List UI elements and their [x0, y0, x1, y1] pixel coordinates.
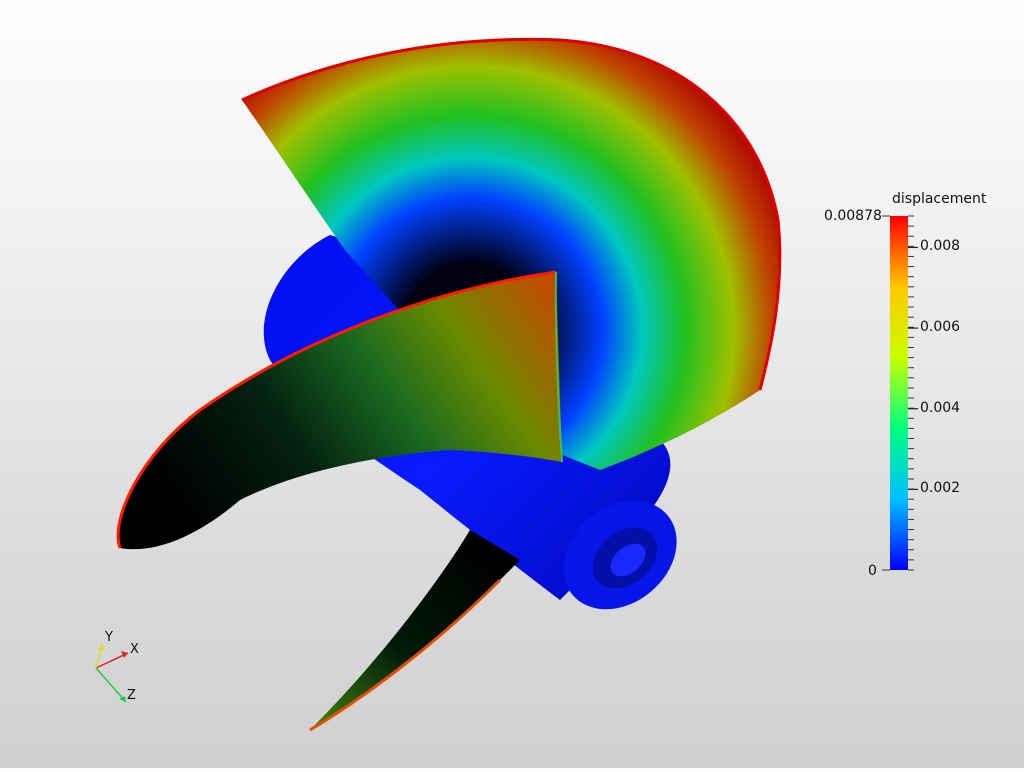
- color-legend: displacement 0.00878 0 0.008 0.006 0.004 0.…: [800, 180, 1020, 600]
- colorbar-tick-label: 0.004: [920, 399, 961, 416]
- axes-triad: [95, 643, 129, 703]
- y-axis-arrow: [98, 644, 105, 651]
- colorbar-ticks: [882, 215, 918, 571]
- colorbar-tick-label: 0.008: [920, 238, 961, 255]
- colorbar-tick-label: 0.006: [920, 319, 961, 336]
- axis-label-z: Z: [127, 688, 136, 703]
- blade-bottom: [309, 530, 520, 732]
- legend-min-label: 0: [868, 563, 877, 579]
- legend-max-label: 0.00878: [824, 208, 882, 224]
- axis-label-x: X: [130, 642, 139, 657]
- axis-label-y: Y: [105, 630, 113, 645]
- colorbar-tick-label: 0.002: [920, 480, 961, 497]
- orientation-axes: Y X Z: [80, 620, 160, 720]
- z-axis-line: [95, 667, 127, 703]
- x-axis-arrow: [121, 651, 128, 658]
